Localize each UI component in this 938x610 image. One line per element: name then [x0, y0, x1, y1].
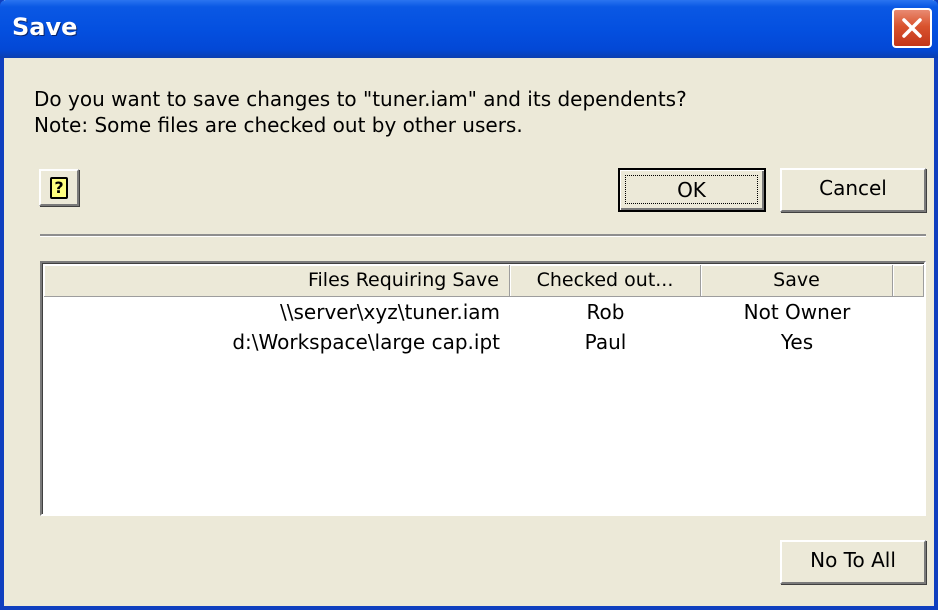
title-bar[interactable]: Save [0, 0, 938, 58]
help-icon: ? [50, 177, 68, 199]
cancel-button[interactable]: Cancel [780, 168, 926, 212]
message-line-1: Do you want to save changes to "tuner.ia… [34, 87, 687, 111]
no-to-all-button[interactable]: No To All [780, 540, 926, 584]
close-icon [902, 18, 922, 38]
column-header-save[interactable]: Save [701, 265, 893, 297]
save-dialog: Save Do you want to save changes to "tun… [0, 0, 938, 610]
separator [40, 234, 926, 237]
help-button[interactable]: ? [39, 169, 79, 206]
window-title: Save [12, 13, 78, 41]
file-path: \\server\xyz\tuner.iam [280, 300, 500, 324]
checked-out-by: Rob [586, 300, 625, 324]
table-row[interactable]: \\server\xyz\tuner.iam Rob Not Owner [44, 297, 924, 327]
table-row[interactable]: d:\Workspace\large cap.ipt Paul Yes [44, 327, 924, 357]
column-header-checked-out[interactable]: Checked out... [510, 265, 701, 297]
close-button[interactable] [892, 8, 932, 48]
ok-button-label: OK [625, 175, 758, 204]
save-status[interactable]: Not Owner [701, 297, 893, 327]
dialog-body: Do you want to save changes to "tuner.ia… [4, 58, 934, 606]
files-list[interactable]: Files Requiring Save Checked out... Save… [40, 261, 926, 516]
save-status[interactable]: Yes [701, 327, 893, 357]
file-path: d:\Workspace\large cap.ipt [232, 330, 500, 354]
list-header: Files Requiring Save Checked out... Save [44, 265, 924, 297]
message-line-2: Note: Some files are checked out by othe… [34, 113, 523, 137]
column-header-filler [893, 265, 924, 297]
checked-out-by: Paul [584, 330, 627, 354]
column-header-files[interactable]: Files Requiring Save [44, 265, 510, 297]
list-rows: \\server\xyz\tuner.iam Rob Not Owner d:\… [44, 297, 924, 357]
ok-button[interactable]: OK [618, 168, 766, 212]
dialog-message: Do you want to save changes to "tuner.ia… [34, 86, 687, 138]
